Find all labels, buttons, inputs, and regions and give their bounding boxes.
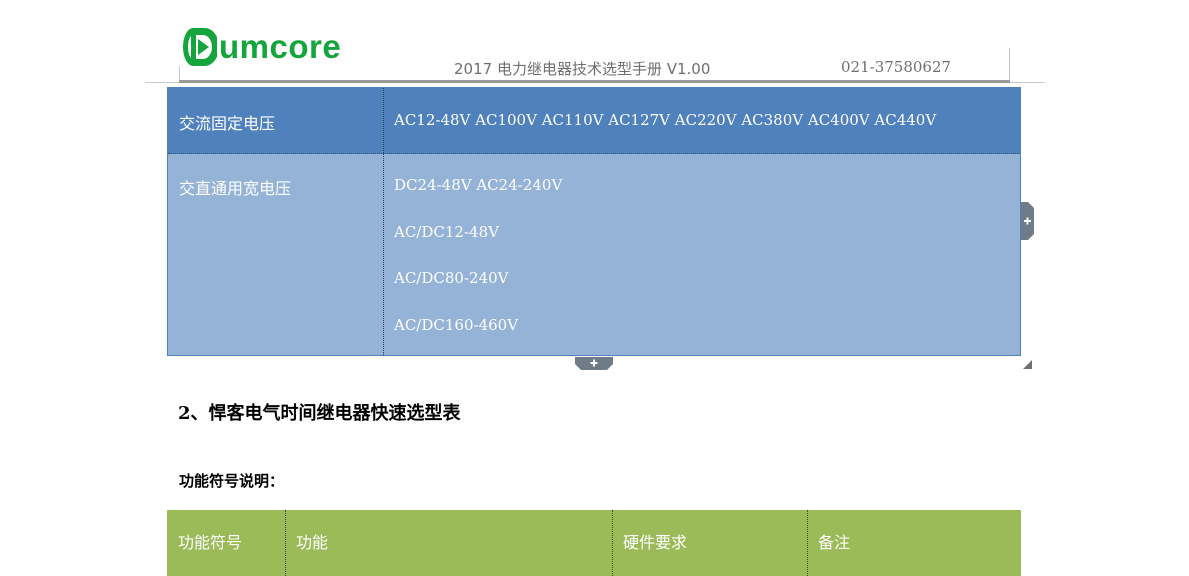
resize-handle-icon[interactable]	[1023, 360, 1032, 369]
voltage-type-label: 交直通用宽电压	[179, 179, 292, 198]
function-table[interactable]: 功能符号 功能 硬件要求 备注	[167, 510, 1021, 576]
document-page: umcore 2017 电力继电器技术选型手册 V1.00 021-375806…	[0, 0, 1189, 576]
voltage-table[interactable]: 交流固定电压 AC12-48V AC100V AC110V AC127V AC2…	[167, 87, 1021, 356]
voltage-value: AC/DC160-460V	[394, 316, 519, 334]
voltage-value: DC24-48V AC24-240V	[394, 176, 563, 194]
section-title: 2、悍客电气时间继电器快速选型表	[178, 403, 461, 424]
table-row[interactable]: 交流固定电压 AC12-48V AC100V AC110V AC127V AC2…	[168, 88, 1020, 154]
document-title: 2017 电力继电器技术选型手册 V1.00	[454, 60, 711, 78]
phone-number: 021-37580627	[841, 58, 952, 76]
table-row[interactable]: 交直通用宽电压 DC24-48V AC24-240V AC/DC12-48V A…	[168, 154, 1020, 355]
logo-mark-icon	[183, 28, 217, 66]
column-header-symbol: 功能符号	[178, 533, 243, 552]
voltage-value: AC/DC12-48V	[394, 223, 499, 241]
column-header-hardware: 硬件要求	[623, 533, 688, 552]
add-column-plus-icon[interactable]	[1021, 202, 1034, 240]
column-header-notes: 备注	[818, 533, 851, 552]
voltage-value: AC/DC80-240V	[394, 269, 509, 287]
column-header-function: 功能	[296, 533, 329, 552]
header-rule	[179, 80, 1010, 83]
voltage-values: AC12-48V AC100V AC110V AC127V AC220V AC3…	[394, 111, 937, 129]
company-logo: umcore	[181, 24, 341, 70]
add-row-plus-icon[interactable]	[575, 357, 613, 370]
voltage-type-label: 交流固定电压	[179, 114, 276, 133]
header-divider	[1009, 48, 1010, 82]
column-divider	[383, 88, 384, 355]
logo-text: umcore	[219, 28, 342, 65]
subsection-title: 功能符号说明：	[179, 472, 285, 490]
